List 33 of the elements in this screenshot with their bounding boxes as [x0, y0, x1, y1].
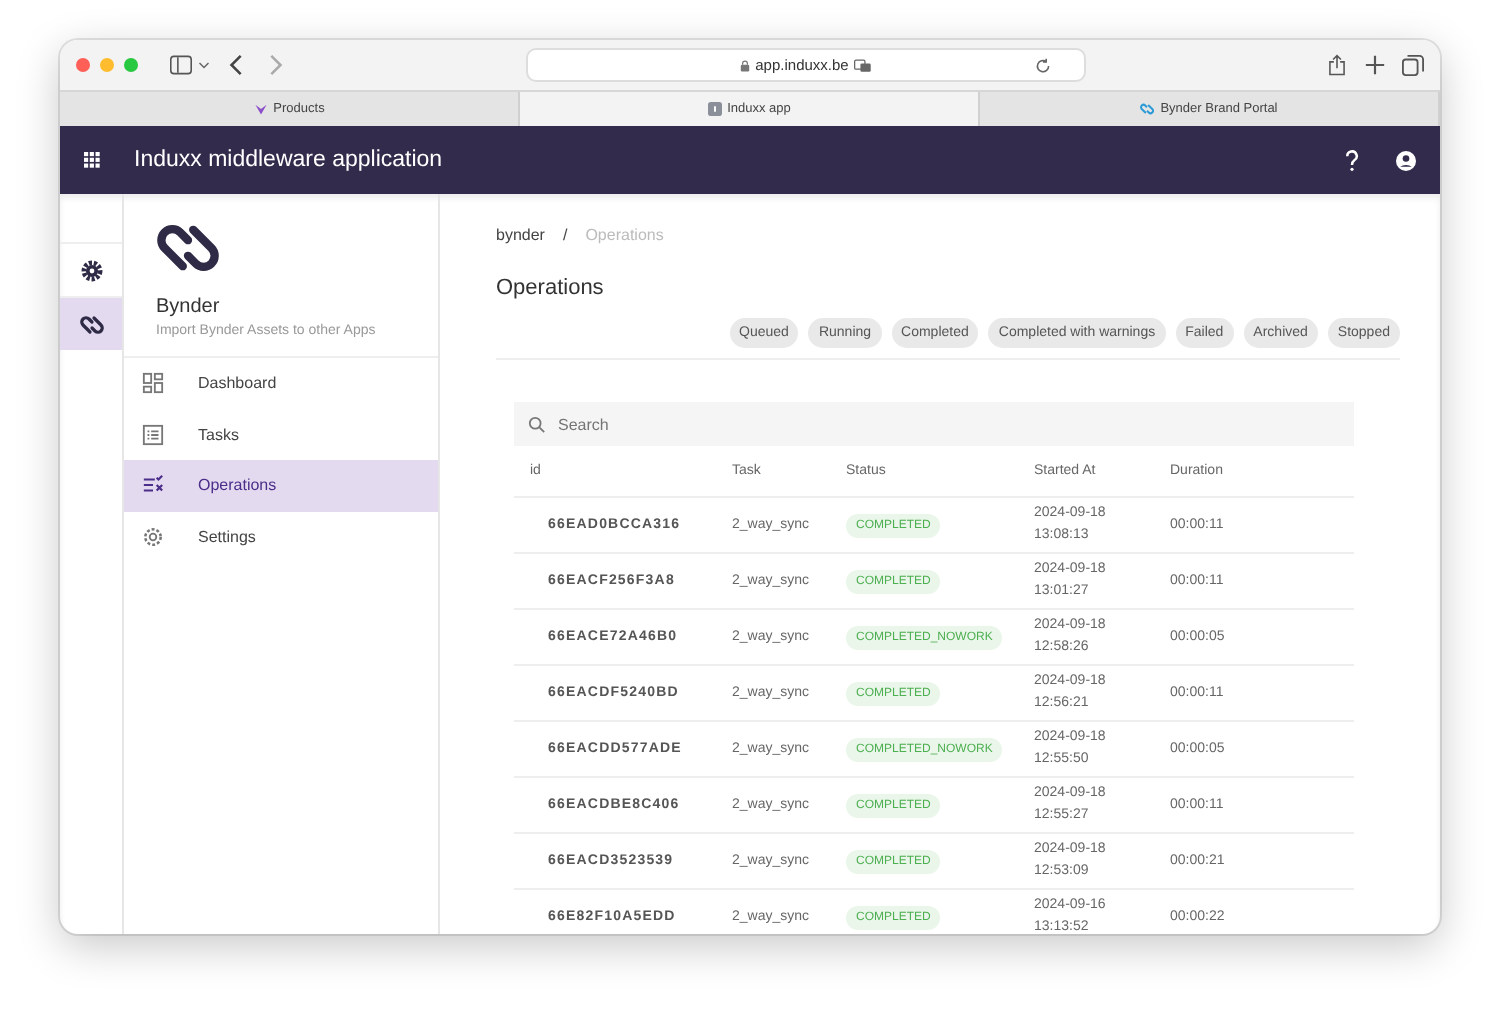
breadcrumb-link[interactable]: bynder	[496, 226, 545, 244]
share-icon[interactable]	[1326, 54, 1348, 76]
breadcrumb-separator: /	[562, 226, 568, 244]
nav-item[interactable]: Tasks	[124, 409, 438, 460]
chevron-down-icon[interactable]	[198, 59, 210, 71]
rail-item[interactable]	[60, 296, 122, 350]
app-name: Bynder	[156, 296, 222, 318]
reload-icon[interactable]	[1034, 57, 1052, 73]
help-icon[interactable]	[1342, 149, 1362, 171]
chain-link-icon	[79, 313, 103, 335]
plus-icon[interactable]	[1364, 54, 1386, 76]
search-field[interactable]: Search	[514, 402, 1354, 446]
lock-icon	[739, 59, 750, 71]
nav-item[interactable]: Operations	[124, 460, 438, 511]
letter-tile-icon	[707, 102, 722, 116]
settings-icon	[142, 525, 164, 548]
search-icon	[528, 415, 546, 433]
translate-icon[interactable]	[854, 57, 873, 73]
nav-item[interactable]: Settings	[124, 511, 438, 562]
app-title: Induxx middleware application	[134, 148, 443, 172]
settings-icon	[79, 259, 103, 281]
chain-link-icon	[1140, 102, 1155, 116]
tabs-overview-icon[interactable]	[1402, 54, 1424, 76]
apps-grid-icon[interactable]	[84, 152, 100, 168]
list-cross-icon	[142, 474, 164, 497]
page-title: Operations	[496, 276, 606, 300]
close-icon[interactable]	[76, 58, 90, 72]
sidebar-icon[interactable]	[170, 54, 192, 76]
chain-link-logo	[156, 222, 220, 274]
nav-item[interactable]: Dashboard	[124, 358, 438, 409]
list-icon	[142, 423, 164, 446]
dashboard-icon	[142, 372, 164, 395]
account-icon[interactable]	[1396, 149, 1416, 171]
